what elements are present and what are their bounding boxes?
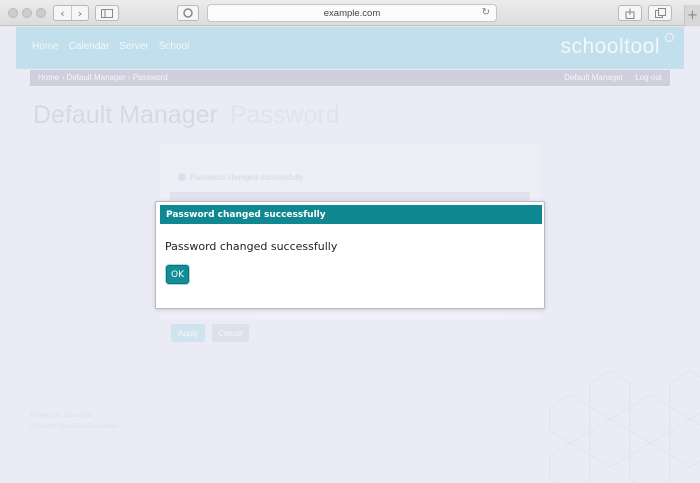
info-message: Password changed successfully [178,173,303,182]
address-bar[interactable]: example.com ↻ [207,4,497,22]
dialog-message: Password changed successfully [165,240,338,253]
brand-logo[interactable]: schooltool [560,35,660,59]
user-name-link[interactable]: Default Manager [564,73,623,82]
footer-copyright: Copyright SchoolTool Foundation [30,424,119,430]
zoom-window-button[interactable] [36,8,46,18]
forward-icon[interactable]: › [70,6,88,20]
tabs-icon [654,8,666,18]
extension-button[interactable] [177,5,199,21]
ok-button[interactable]: OK [166,265,189,284]
share-icon [625,8,635,19]
minimize-window-button[interactable] [22,8,32,18]
user-menu: Default Manager Log out [564,73,662,82]
logout-link[interactable]: Log out [635,73,662,82]
breadcrumb[interactable]: Home › Default Manager › Password [38,73,168,82]
share-button[interactable] [618,5,642,21]
nav-calendar[interactable]: Calendar [69,41,110,52]
info-message-text: Password changed successfully [190,173,304,182]
main-nav: Home Calendar Server School [32,41,189,52]
new-tab-button[interactable]: + [684,5,700,26]
dialog-title[interactable]: Password changed successfully [160,205,542,224]
browser-toolbar: ‹ › example.com ↻ + [0,0,700,26]
page-subtitle: Password [229,101,340,129]
back-icon[interactable]: ‹ [54,6,71,20]
breadcrumb-bar: Home › Default Manager › Password Defaul… [30,70,670,86]
address-text: example.com [323,7,381,19]
show-tabs-button[interactable] [648,5,672,21]
page-title: Default Manager Password [33,101,340,130]
app-header: Home Calendar Server School schooltool [16,27,684,69]
brand-mark-icon [665,33,674,42]
close-window-button[interactable] [8,8,18,18]
sidebar-icon [101,8,113,18]
footer-powered-by: Powered by SchoolTool [30,413,93,419]
nav-server[interactable]: Server [119,41,148,52]
apply-button[interactable]: Apply [171,324,205,342]
nav-school[interactable]: School [159,41,190,52]
sidebar-toggle-button[interactable] [95,5,119,21]
info-icon [178,173,186,181]
nav-home[interactable]: Home [32,41,59,52]
hexagon-pattern-decoration [549,370,700,483]
cancel-button[interactable]: Cancel [212,324,249,342]
page-title-text: Default Manager [33,101,218,129]
reload-icon[interactable]: ↻ [482,7,490,18]
history-nav: ‹ › [53,5,89,21]
success-dialog: Password changed successfully Password c… [155,201,545,309]
extension-icon [183,8,193,18]
